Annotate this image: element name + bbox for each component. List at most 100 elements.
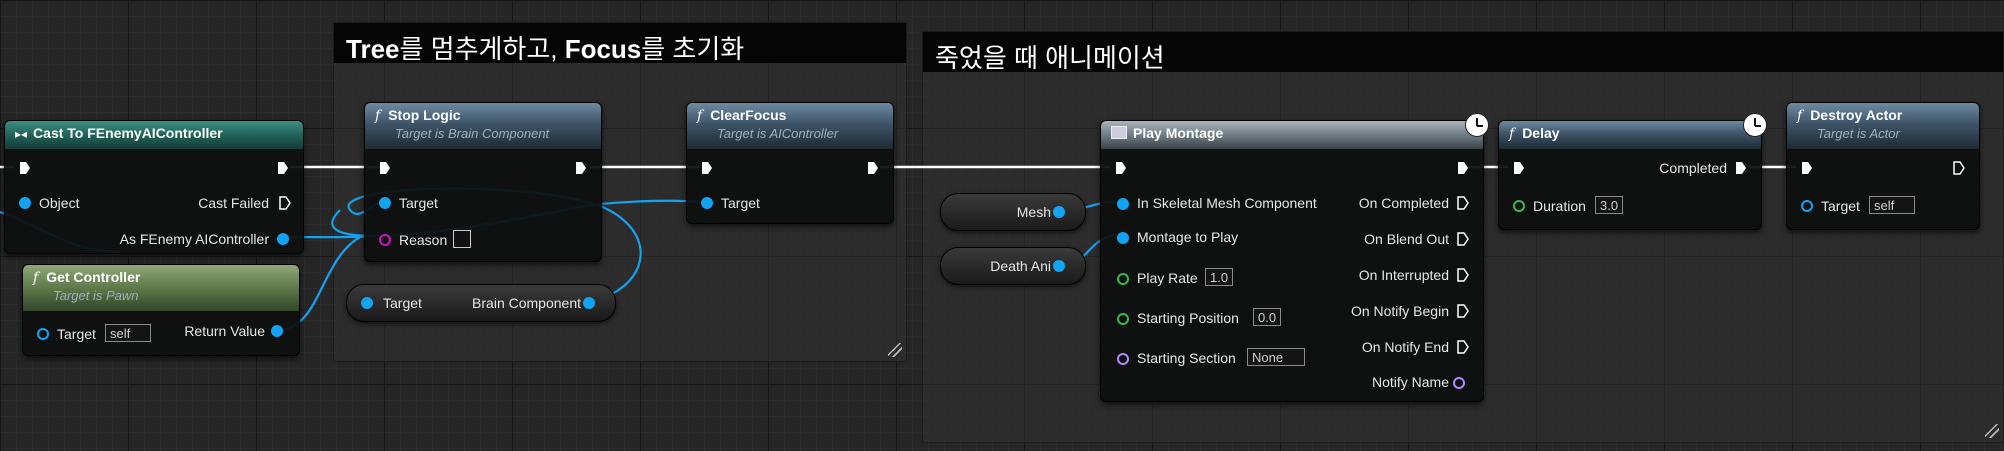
stop-logic-node[interactable]: f Stop Logic Target is Brain Component Ta… [364,102,602,262]
node-header: f Stop Logic Target is Brain Component [365,103,601,149]
on-interrupted-label: On Interrupted [1358,267,1449,283]
function-icon: f [375,108,381,124]
as-controller-pin[interactable] [277,233,289,245]
delay-node[interactable]: f Delay Completed Duration 3.0 [1498,113,1767,230]
exec-out-pin[interactable] [1457,161,1469,175]
starting-position-pin[interactable] [1117,313,1129,325]
target-pin[interactable] [1801,200,1813,212]
function-icon: f [1797,108,1803,124]
node-header: f Get Controller Target is Pawn [23,265,299,311]
node-header: ▸◂ Cast To FEnemyAIController [5,121,303,149]
duration-field[interactable]: 3.0 [1595,196,1624,214]
completed-pin[interactable] [1735,161,1747,175]
cast-icon: ▸◂ [15,127,28,141]
on-notify-begin-pin[interactable] [1457,304,1469,318]
brain-component-getter-node[interactable]: Target Brain Component [346,284,616,322]
target-pin[interactable] [37,328,49,340]
exec-in-pin[interactable] [19,161,31,175]
reason-pin[interactable] [379,234,391,246]
node-header: f Destroy Actor Target is Actor [1787,103,1979,149]
cast-to-enemy-ai-controller-node[interactable]: ▸◂ Cast To FEnemyAIController Object Cast… [4,120,304,254]
play-montage-node[interactable]: Play Montage In Skeletal Mesh Component … [1100,113,1489,402]
target-pin[interactable] [361,297,373,309]
death-ani-label: Death Ani [990,258,1051,274]
function-icon: f [1509,126,1515,142]
exec-in-pin[interactable] [701,161,713,175]
on-completed-label: On Completed [1358,195,1449,211]
brain-component-label: Brain Component [472,295,581,311]
mesh-label: Mesh [1016,204,1051,220]
as-controller-label: As FEnemy AIController [119,231,269,247]
on-completed-pin[interactable] [1457,196,1469,210]
starting-position-label: Starting Position [1137,310,1239,326]
skeletal-mesh-label: In Skeletal Mesh Component [1137,195,1317,211]
starting-section-pin[interactable] [1117,353,1129,365]
node-title: Play Montage [1133,125,1224,141]
object-pin[interactable] [19,197,31,209]
cast-failed-pin[interactable] [279,196,291,210]
return-value-label: Return Value [184,323,265,339]
skeletal-mesh-pin[interactable] [1117,198,1129,210]
death-ani-variable-node[interactable]: Death Ani [940,247,1086,285]
node-subtitle: Target is Actor [1817,126,1900,141]
play-rate-field[interactable]: 1.0 [1205,268,1234,286]
target-label: Target [57,326,96,342]
duration-pin[interactable] [1513,200,1525,212]
notify-name-label: Notify Name [1371,374,1449,390]
on-notify-begin-label: On Notify Begin [1350,303,1449,319]
play-rate-label: Play Rate [1137,270,1198,286]
exec-out-pin[interactable] [867,161,879,175]
death-ani-pin[interactable] [1053,260,1065,272]
node-subtitle: Target is AIController [717,126,839,141]
latent-clock-icon [1743,113,1767,137]
exec-out-pin[interactable] [277,161,289,175]
exec-in-pin[interactable] [379,161,391,175]
on-interrupted-pin[interactable] [1457,268,1469,282]
cast-failed-label: Cast Failed [198,195,269,211]
node-title: Delay [1522,125,1560,141]
mesh-pin[interactable] [1053,206,1065,218]
node-subtitle: Target is Pawn [53,288,139,303]
play-rate-pin[interactable] [1117,273,1129,285]
return-value-pin[interactable] [271,325,283,337]
exec-in-pin[interactable] [1801,161,1813,175]
on-blend-out-pin[interactable] [1457,232,1469,246]
target-self-field[interactable]: self [105,324,151,342]
exec-out-pin[interactable] [1953,161,1965,175]
exec-out-pin[interactable] [575,161,587,175]
clear-focus-node[interactable]: f ClearFocus Target is AIController Targe… [686,102,894,224]
target-label: Target [383,295,422,311]
target-self-field[interactable]: self [1869,196,1915,214]
target-pin[interactable] [701,197,713,209]
node-title: Stop Logic [388,107,461,123]
notify-name-pin[interactable] [1453,377,1465,389]
get-controller-node[interactable]: f Get Controller Target is Pawn Target se… [22,264,300,356]
exec-in-pin[interactable] [1513,161,1525,175]
object-pin-label: Object [39,195,80,211]
latent-clock-icon [1465,113,1489,137]
montage-to-play-label: Montage to Play [1137,229,1239,245]
destroy-actor-node[interactable]: f Destroy Actor Target is Actor Target se… [1786,102,1980,230]
montage-icon [1111,126,1127,139]
node-title: Destroy Actor [1810,107,1903,123]
duration-label: Duration [1533,198,1586,214]
function-icon: f [697,108,703,124]
target-label: Target [1821,198,1860,214]
function-icon: f [33,270,39,286]
starting-section-field[interactable]: None [1247,348,1305,366]
on-notify-end-label: On Notify End [1361,339,1449,355]
exec-in-pin[interactable] [1115,161,1127,175]
node-title: Cast To FEnemyAIController [33,125,223,141]
starting-section-label: Starting Section [1137,350,1236,366]
reason-text-box[interactable] [453,230,471,248]
brain-component-pin[interactable] [583,297,595,309]
node-header: Play Montage [1101,121,1483,149]
montage-to-play-pin[interactable] [1117,232,1129,244]
target-label: Target [721,195,760,211]
node-subtitle: Target is Brain Component [395,126,550,141]
node-header: f Delay [1499,121,1761,149]
on-notify-end-pin[interactable] [1457,340,1469,354]
mesh-variable-node[interactable]: Mesh [940,193,1086,231]
target-pin[interactable] [379,197,391,209]
starting-position-field[interactable]: 0.0 [1253,308,1282,326]
